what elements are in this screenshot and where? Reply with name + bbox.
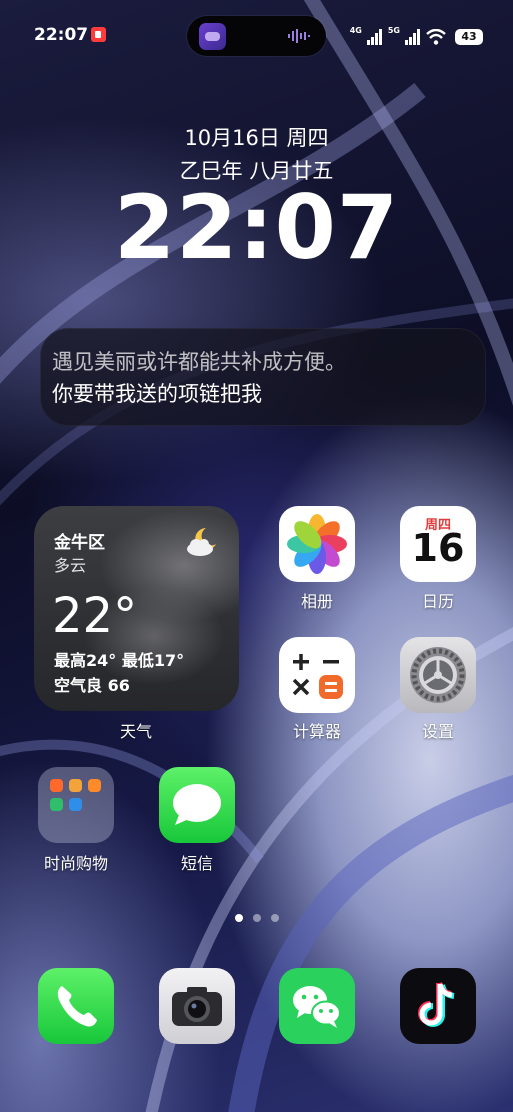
photos-icon <box>287 514 347 574</box>
weather-label: 天气 <box>119 722 152 741</box>
message-bubble-icon <box>173 784 221 825</box>
audio-wave-icon <box>288 29 310 43</box>
network-4g-label: 4G <box>349 26 362 35</box>
folder-app-icon <box>69 798 82 811</box>
messages-label: 短信 <box>180 854 213 873</box>
photos-label: 相册 <box>300 592 333 611</box>
weather-widget[interactable]: 金牛区 多云 22° 最高24° 最低17° 空气良 66 <box>34 506 239 711</box>
phone-app[interactable] <box>38 968 114 1044</box>
island-app-icon <box>199 23 226 50</box>
calendar-label: 日历 <box>421 592 454 611</box>
dynamic-island[interactable] <box>187 16 326 56</box>
network-5g-label: 5G <box>387 26 400 35</box>
phone-icon <box>57 986 97 1027</box>
page-dot-1[interactable] <box>234 914 243 922</box>
settings-label: 设置 <box>421 722 454 741</box>
quote-line-1: 遇见美丽或许都能共补成方便。 <box>52 350 346 374</box>
page-dot-3[interactable] <box>270 914 279 922</box>
quote-widget[interactable]: 遇见美丽或许都能共补成方便。 你要带我送的项链把我 <box>40 328 486 426</box>
calendar-day: 16 <box>411 526 465 570</box>
weather-city: 金牛区 <box>54 533 105 553</box>
signal-icon-2 <box>405 29 420 45</box>
calendar-app[interactable]: 周四 16 <box>400 506 476 582</box>
settings-app[interactable] <box>400 637 476 713</box>
folder-app-icon <box>50 779 63 792</box>
screen-record-icon[interactable] <box>91 27 106 42</box>
folder-app-icon <box>69 779 82 792</box>
camera-app[interactable] <box>159 968 235 1044</box>
shopping-folder[interactable] <box>38 767 114 843</box>
wifi-icon <box>426 29 446 45</box>
partly-cloudy-night-icon <box>187 528 216 556</box>
status-bar: 22:07 4G 5G 43 <box>0 0 513 72</box>
system-indicators: 4G 5G 43 <box>350 23 483 45</box>
gear-icon <box>410 647 466 703</box>
weather-temperature: 22° <box>52 588 138 644</box>
messages-app[interactable] <box>159 767 235 843</box>
folder-app-icon <box>50 798 63 811</box>
page-dot-2[interactable] <box>252 914 261 922</box>
calculator-app[interactable] <box>279 637 355 713</box>
date-text: 10月16日 周四 <box>184 126 329 150</box>
weather-air-quality: 空气良 66 <box>54 676 130 695</box>
battery-indicator: 43 <box>455 29 483 45</box>
calculator-icon <box>292 654 343 699</box>
folder-label: 时尚购物 <box>43 854 108 873</box>
camera-icon <box>172 987 222 1026</box>
wechat-app[interactable] <box>279 968 355 1044</box>
signal-icon <box>366 29 382 45</box>
status-time: 22:07 <box>34 25 89 45</box>
page-indicator[interactable] <box>0 907 513 926</box>
folder-app-icon <box>88 779 101 792</box>
clock-widget[interactable]: 22:07 <box>0 180 513 276</box>
weather-condition: 多云 <box>54 556 87 575</box>
quote-line-2: 你要带我送的项链把我 <box>52 382 262 406</box>
wechat-icon <box>293 986 341 1028</box>
calculator-label: 计算器 <box>292 722 341 741</box>
tiktok-app[interactable] <box>400 968 476 1044</box>
weather-range: 最高24° 最低17° <box>54 651 185 670</box>
tiktok-icon <box>418 982 455 1027</box>
photos-app[interactable] <box>279 506 355 582</box>
